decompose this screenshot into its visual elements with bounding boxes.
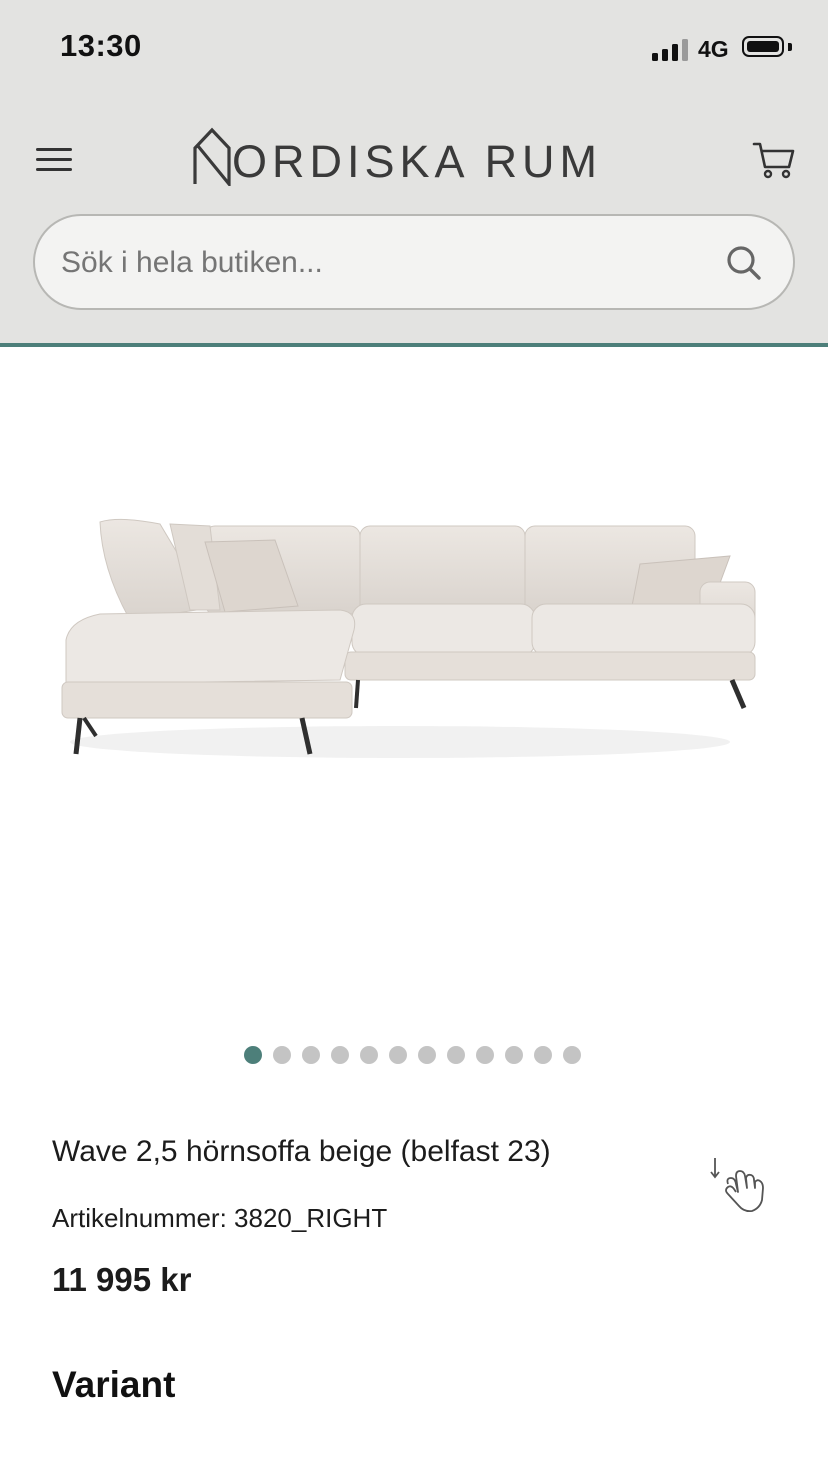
- carousel-dot[interactable]: [360, 1046, 378, 1064]
- carousel-dot[interactable]: [418, 1046, 436, 1064]
- hamburger-menu-icon: [36, 148, 72, 151]
- header-accent-line: [0, 343, 828, 347]
- menu-button[interactable]: [36, 145, 74, 175]
- product-price: 11 995 kr: [52, 1261, 192, 1298]
- search-input[interactable]: [59, 216, 683, 310]
- logo-text: ORDISKA RUM: [232, 136, 603, 187]
- site-logo[interactable]: ORDISKA RUM: [190, 124, 602, 186]
- carousel-dot[interactable]: [505, 1046, 523, 1064]
- carousel-dot[interactable]: [476, 1046, 494, 1064]
- product-sku: Artikelnummer: 3820_RIGHT: [52, 1203, 388, 1233]
- product-title: Wave 2,5 hörnsoffa beige (belfast 23): [52, 1135, 551, 1168]
- carousel-dot[interactable]: [447, 1046, 465, 1064]
- cart-icon: [752, 142, 795, 179]
- carousel-dot-active[interactable]: [244, 1046, 262, 1064]
- carousel-dot[interactable]: [389, 1046, 407, 1064]
- search-icon[interactable]: [725, 244, 763, 282]
- logo-house-icon: [193, 127, 231, 186]
- carousel-dot[interactable]: [302, 1046, 320, 1064]
- status-time: 13:30: [60, 28, 142, 63]
- carousel-dot[interactable]: [534, 1046, 552, 1064]
- battery-icon: [742, 36, 784, 57]
- battery-tip: [788, 43, 792, 51]
- product-image[interactable]: [40, 480, 788, 780]
- signal-icon: [652, 37, 690, 61]
- network-label: 4G: [698, 36, 729, 62]
- cart-button[interactable]: [752, 140, 796, 180]
- carousel-dot[interactable]: [563, 1046, 581, 1064]
- carousel-dot[interactable]: [331, 1046, 349, 1064]
- search-bar: [33, 214, 795, 310]
- variant-heading: Variant: [52, 1364, 176, 1405]
- carousel-dot[interactable]: [273, 1046, 291, 1064]
- swipe-down-hand-icon: [710, 1158, 764, 1213]
